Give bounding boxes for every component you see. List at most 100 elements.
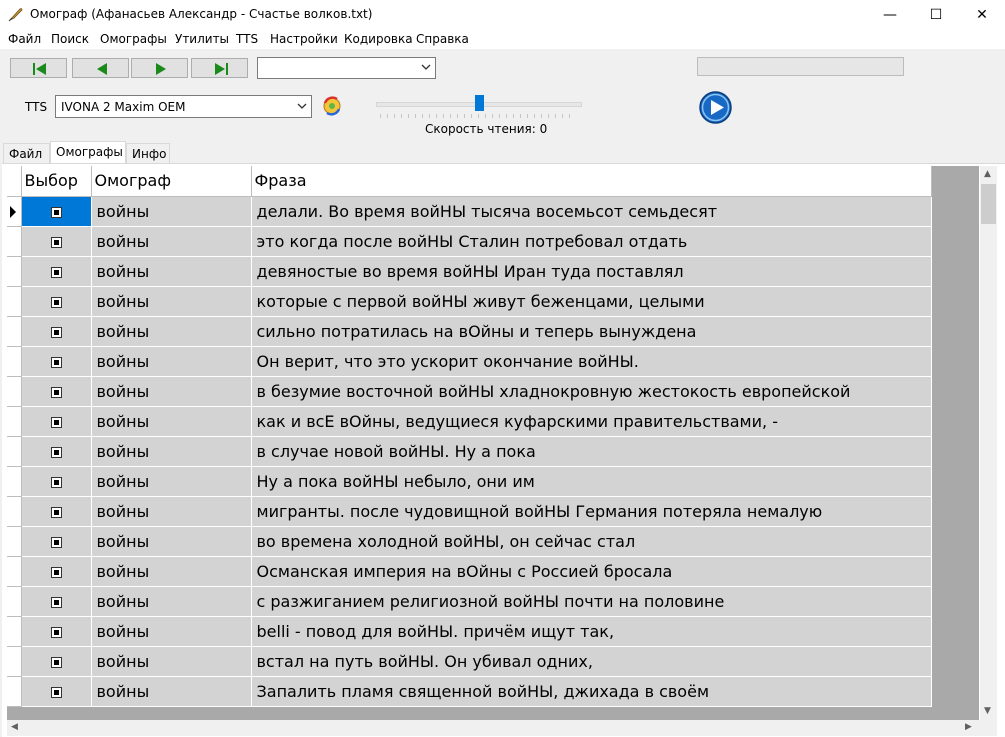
scroll-down-icon[interactable]: ▼ (984, 706, 991, 716)
voice-settings-icon[interactable] (320, 94, 344, 118)
tab-info[interactable]: Инфо (126, 143, 170, 163)
homograph-cell[interactable]: войны (91, 436, 252, 467)
column-header-select[interactable]: Выбор (21, 166, 92, 197)
table-row[interactable]: войны Османская империя на вОйны с Россие… (7, 556, 932, 587)
select-checkbox[interactable] (50, 416, 62, 428)
phrase-cell[interactable]: встал на путь войНЫ. Он убивал одних, (251, 646, 932, 677)
speed-slider-thumb[interactable] (475, 95, 484, 111)
phrase-cell[interactable]: Ну а пока войНЫ небыло, они им (251, 466, 932, 497)
phrase-cell[interactable]: в случае новой войНЫ. Ну а пока (251, 436, 932, 467)
menu-settings[interactable]: Настройки (270, 32, 338, 46)
menu-utilities[interactable]: Утилиты (175, 32, 229, 46)
row-header[interactable] (7, 436, 22, 467)
first-button[interactable] (10, 58, 67, 78)
minimize-button[interactable]: — (867, 0, 913, 30)
select-checkbox[interactable] (50, 536, 62, 548)
phrase-cell[interactable]: в безумие восточной войНЫ хладнокровную … (251, 376, 932, 407)
voice-select[interactable]: IVONA 2 Maxim OEM (55, 95, 312, 118)
horizontal-scrollbar[interactable]: ◀ ▶ (7, 720, 980, 736)
homograph-cell[interactable]: войны (91, 286, 252, 317)
table-row[interactable]: войны встал на путь войНЫ. Он убивал одни… (7, 646, 932, 677)
table-row[interactable]: войны это когда после войНЫ Сталин потреб… (7, 226, 932, 257)
homograph-cell[interactable]: войны (91, 406, 252, 437)
menu-encoding[interactable]: Кодировка (344, 32, 413, 46)
homograph-cell[interactable]: войны (91, 526, 252, 557)
row-header[interactable] (7, 346, 22, 377)
phrase-cell[interactable]: мигранты. после чудовищной войНЫ Германи… (251, 496, 932, 527)
phrase-cell[interactable]: сильно потратилась на вОйны и теперь вын… (251, 316, 932, 347)
select-checkbox[interactable] (50, 596, 62, 608)
scroll-left-icon[interactable]: ◀ (11, 722, 18, 732)
row-header[interactable] (7, 496, 22, 527)
row-header[interactable] (7, 226, 22, 257)
phrase-cell[interactable]: которые с первой войНЫ живут беженцами, … (251, 286, 932, 317)
homograph-cell[interactable]: войны (91, 556, 252, 587)
select-cell[interactable] (21, 316, 92, 347)
homograph-cell[interactable]: войны (91, 466, 252, 497)
select-checkbox[interactable] (50, 266, 62, 278)
select-cell[interactable] (21, 406, 92, 437)
maximize-button[interactable]: ☐ (913, 0, 959, 30)
phrase-cell[interactable]: с разжиганием религиозной войНЫ почти на… (251, 586, 932, 617)
table-row[interactable]: войны девяностые во время войНЫ Иран туда… (7, 256, 932, 287)
tab-file[interactable]: Файл (3, 143, 50, 163)
vertical-scrollbar[interactable]: ▲ ▼ (980, 166, 997, 720)
select-cell[interactable] (21, 226, 92, 257)
row-header[interactable] (7, 586, 22, 617)
menu-search[interactable]: Поиск (51, 32, 89, 46)
select-checkbox[interactable] (50, 686, 62, 698)
select-cell[interactable] (21, 556, 92, 587)
phrase-cell[interactable]: как и всЕ вОйны, ведущиеся куфарскими пр… (251, 406, 932, 437)
select-checkbox[interactable] (50, 356, 62, 368)
table-row[interactable]: войны в безумие восточной войНЫ хладнокро… (7, 376, 932, 407)
select-cell[interactable] (21, 526, 92, 557)
homograph-cell[interactable]: войны (91, 646, 252, 677)
phrase-cell[interactable]: Он верит, что это ускорит окончание войН… (251, 346, 932, 377)
row-header[interactable] (7, 256, 22, 287)
select-checkbox[interactable] (50, 236, 62, 248)
homograph-cell[interactable]: войны (91, 616, 252, 647)
phrase-cell[interactable]: девяностые во время войНЫ Иран туда пост… (251, 256, 932, 287)
select-checkbox[interactable] (50, 566, 62, 578)
scroll-right-icon[interactable]: ▶ (965, 722, 972, 732)
select-checkbox[interactable] (50, 326, 62, 338)
row-header[interactable] (7, 376, 22, 407)
select-checkbox[interactable] (50, 206, 62, 218)
phrase-cell[interactable]: belli - повод для войНЫ. причём ищут так… (251, 616, 932, 647)
homograph-cell[interactable]: войны (91, 586, 252, 617)
select-checkbox[interactable] (50, 626, 62, 638)
last-button[interactable] (191, 58, 248, 78)
select-checkbox[interactable] (50, 296, 62, 308)
row-header[interactable] (7, 676, 22, 707)
select-cell[interactable] (21, 196, 92, 227)
select-cell[interactable] (21, 256, 92, 287)
row-header[interactable] (7, 466, 22, 497)
homograph-cell[interactable]: войны (91, 376, 252, 407)
tab-homographs[interactable]: Омографы (50, 141, 126, 164)
row-header[interactable] (7, 286, 22, 317)
table-row[interactable]: войны мигранты. после чудовищной войНЫ Ге… (7, 496, 932, 527)
close-button[interactable]: ✕ (959, 0, 1005, 30)
vertical-scroll-thumb[interactable] (981, 184, 996, 224)
homograph-cell[interactable]: войны (91, 226, 252, 257)
scroll-up-icon[interactable]: ▲ (984, 169, 991, 179)
select-cell[interactable] (21, 676, 92, 707)
select-cell[interactable] (21, 436, 92, 467)
menu-help[interactable]: Справка (416, 32, 469, 46)
homograph-cell[interactable]: войны (91, 316, 252, 347)
column-header-homograph[interactable]: Омограф (91, 166, 252, 197)
table-row[interactable]: войны сильно потратилась на вОйны и тепер… (7, 316, 932, 347)
table-row[interactable]: войны делали. Во время войНЫ тысяча восем… (7, 196, 932, 227)
select-checkbox[interactable] (50, 656, 62, 668)
select-checkbox[interactable] (50, 446, 62, 458)
homograph-cell[interactable]: войны (91, 196, 252, 227)
select-checkbox[interactable] (50, 386, 62, 398)
select-cell[interactable] (21, 616, 92, 647)
table-row[interactable]: войны как и всЕ вОйны, ведущиеся куфарски… (7, 406, 932, 437)
row-header[interactable] (7, 526, 22, 557)
select-cell[interactable] (21, 286, 92, 317)
table-row[interactable]: войны Ну а пока войНЫ небыло, они им (7, 466, 932, 497)
previous-button[interactable] (72, 58, 129, 78)
phrase-cell[interactable]: во времена холодной войНЫ, он сейчас ста… (251, 526, 932, 557)
homograph-cell[interactable]: войны (91, 676, 252, 707)
